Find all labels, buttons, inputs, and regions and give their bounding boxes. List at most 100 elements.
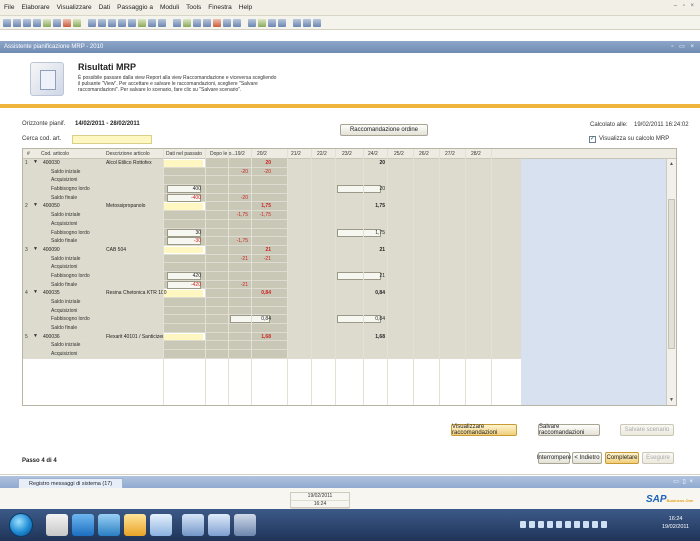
prev-record-icon[interactable] <box>108 18 116 27</box>
back-button[interactable]: < Indietro <box>572 452 602 464</box>
item-row[interactable]: 1 ▼ 400030 Alcol Etilico Rottofex 20 20 <box>23 159 521 168</box>
alert-icon[interactable] <box>213 18 221 27</box>
item-total-value[interactable]: 21 <box>251 247 271 253</box>
skype-taskbar-icon[interactable] <box>72 514 94 536</box>
network-icon[interactable] <box>601 520 607 528</box>
item-row[interactable]: 2 ▼ 400050 Metossipropanolo 1,75 1,75 <box>23 202 521 212</box>
find-icon[interactable] <box>88 18 96 27</box>
scroll-up-icon[interactable]: ▲ <box>669 161 674 167</box>
interrupt-button[interactable]: Interrompere <box>537 452 571 464</box>
open-icon[interactable] <box>13 18 21 27</box>
menu-tools[interactable]: Tools <box>186 4 201 11</box>
item-code[interactable]: 400036 <box>43 334 60 340</box>
expand-icon[interactable]: ▼ <box>33 333 38 339</box>
day-value[interactable]: -20 <box>228 169 248 175</box>
day-value[interactable]: -1,75 <box>251 212 271 218</box>
past-cell-input[interactable] <box>163 290 203 297</box>
day-value[interactable]: 1,75 <box>363 230 385 236</box>
save-recommendations-button[interactable]: Salvare raccomandazioni <box>538 424 600 436</box>
refresh-icon[interactable] <box>158 18 166 27</box>
save-scenario-button[interactable]: Salvare scenario <box>620 424 674 436</box>
item-total-value[interactable]: 1,68 <box>251 334 271 340</box>
tray-icon[interactable] <box>529 520 535 528</box>
sap-taskbar-icon[interactable] <box>182 514 204 536</box>
past-value[interactable]: -420 <box>163 282 201 288</box>
col-day[interactable]: 20/2 <box>257 151 267 157</box>
layout-icon[interactable] <box>223 18 231 27</box>
day-value[interactable]: -20 <box>251 169 271 175</box>
print-icon[interactable] <box>33 18 41 27</box>
past-cell-input[interactable] <box>163 160 203 167</box>
view-recommendations-button[interactable]: Visualizzare raccomandazioni <box>451 424 517 436</box>
col-code[interactable]: Cod. articolo <box>41 151 69 157</box>
tray-icon[interactable] <box>547 520 553 528</box>
folder-taskbar-icon[interactable] <box>124 514 146 536</box>
message-log-controls[interactable]: ▭ ▯ × <box>673 478 694 485</box>
menu-finestra[interactable]: Finestra <box>208 4 231 11</box>
day-value[interactable]: -21 <box>228 282 248 288</box>
past-value[interactable]: 420 <box>163 273 201 279</box>
day-value[interactable]: -20 <box>228 195 248 201</box>
past-value[interactable]: 30 <box>163 230 201 236</box>
item-code[interactable]: 400035 <box>43 290 60 296</box>
next-button[interactable]: Eseguire <box>642 452 674 464</box>
last-record-icon[interactable] <box>128 18 136 27</box>
col-day[interactable]: 22/2 <box>317 151 327 157</box>
col-day[interactable]: 19/2 <box>235 151 245 157</box>
item-total-value[interactable]: 20 <box>251 160 271 166</box>
item-total-value[interactable]: 1,75 <box>251 203 271 209</box>
day-value[interactable]: -21 <box>251 256 271 262</box>
grid-icon[interactable] <box>303 18 311 27</box>
new-icon[interactable] <box>3 18 11 27</box>
mail-icon[interactable] <box>73 18 81 27</box>
grid-scrollbar[interactable]: ▲ ▼ <box>666 159 676 405</box>
item-row[interactable]: 5 ▼ 400036 Flexarit 40101 / Santicizer 1,68 1… <box>23 332 521 342</box>
past-cell-input[interactable] <box>163 333 203 341</box>
item-recommended-value[interactable]: 1,75 <box>363 203 385 209</box>
explorer-taskbar-icon[interactable] <box>46 514 68 536</box>
scroll-down-icon[interactable]: ▼ <box>669 397 674 403</box>
item-code[interactable]: 400090 <box>43 247 60 253</box>
link-icon[interactable] <box>268 18 276 27</box>
calendar-icon[interactable] <box>173 18 181 27</box>
day-value[interactable]: 0,84 <box>363 316 385 322</box>
item-code[interactable]: 400050 <box>43 203 60 209</box>
item-row[interactable]: 4 ▼ 400035 Resina Chetonica KTR 100 0,84 0,84 <box>23 289 521 298</box>
tray-icon[interactable] <box>574 520 580 528</box>
past-cell-input[interactable] <box>163 203 203 210</box>
tray-icon[interactable] <box>583 520 589 528</box>
past-cell-input[interactable] <box>163 246 203 254</box>
item-recommended-value[interactable]: 0,84 <box>363 290 385 296</box>
col-day[interactable]: 28/2 <box>471 151 481 157</box>
col-past[interactable]: Dati nel passato <box>166 151 202 157</box>
item-total-value[interactable]: 0,84 <box>251 290 271 296</box>
app-window-controls[interactable]: – ▫ × <box>674 3 696 9</box>
past-value[interactable]: 400 <box>163 186 201 192</box>
taskbar-clock[interactable]: 16:24 19/02/2011 <box>662 515 689 531</box>
col-num[interactable]: # <box>27 151 30 157</box>
chart-icon[interactable] <box>313 18 321 27</box>
item-recommended-value[interactable]: 21 <box>363 247 385 253</box>
expand-icon[interactable]: ▼ <box>33 246 38 252</box>
col-after[interactable]: Dopo le o... <box>210 151 236 157</box>
save-icon[interactable] <box>23 18 31 27</box>
tray-icon[interactable] <box>565 520 571 528</box>
tray-icon[interactable] <box>556 520 562 528</box>
item-recommended-value[interactable]: 20 <box>363 160 385 166</box>
item-recommended-value[interactable]: 1,68 <box>363 334 385 340</box>
col-day[interactable]: 21/2 <box>291 151 301 157</box>
document-icon[interactable] <box>203 18 211 27</box>
zoom-icon[interactable] <box>258 18 266 27</box>
pdf-icon[interactable] <box>63 18 71 27</box>
start-button-icon[interactable] <box>9 513 33 537</box>
message-log-tab[interactable]: Registro messaggi di sistema (17) <box>18 478 124 488</box>
volume-icon[interactable] <box>592 520 598 528</box>
query-icon[interactable] <box>233 18 241 27</box>
expand-icon[interactable]: ▼ <box>33 289 38 295</box>
col-day[interactable]: 26/2 <box>419 151 429 157</box>
col-day[interactable]: 24/2 <box>368 151 378 157</box>
day-value[interactable]: -1,75 <box>228 238 248 244</box>
first-record-icon[interactable] <box>98 18 106 27</box>
lock-icon[interactable] <box>278 18 286 27</box>
help-icon[interactable] <box>293 18 301 27</box>
